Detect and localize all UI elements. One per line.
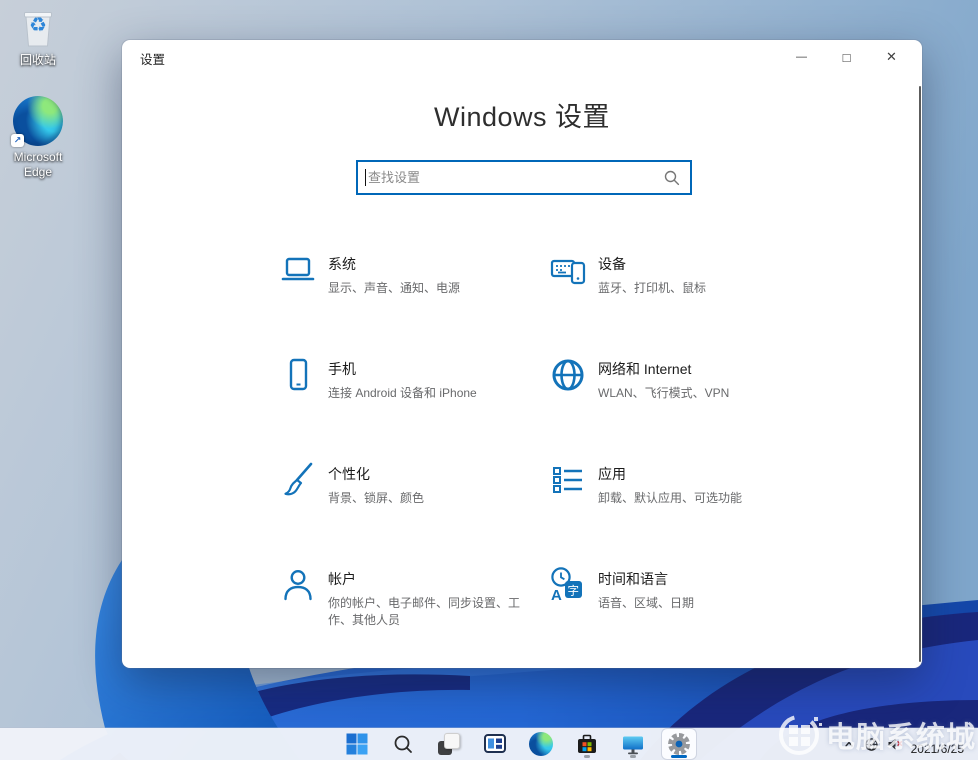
clock[interactable]: 2021/6/25 [911,733,964,756]
close-button[interactable]: ✕ [869,42,914,72]
accounts-person-icon [278,565,318,605]
active-indicator [671,755,687,758]
category-title: 设备 [598,256,626,272]
running-indicator [584,755,590,758]
category-personalization[interactable]: 个性化 背景、锁屏、颜色 [278,460,548,565]
svg-text:A: A [551,587,562,604]
system-laptop-icon [278,250,318,290]
svg-text:字: 字 [568,584,580,598]
start-button[interactable] [340,729,374,759]
settings-category-grid: 系统 显示、声音、通知、电源 设备 蓝牙、打印机、鼠标 手机 连接 Androi… [278,250,818,670]
search-box[interactable] [356,160,692,195]
store-bag-icon [578,734,596,753]
display-app-button[interactable] [616,729,650,759]
task-view-icon [438,733,460,755]
volume-tray-button[interactable] [887,737,903,751]
globe-no-internet-icon [864,737,878,751]
running-indicator [630,755,636,758]
category-phone[interactable]: 手机 连接 Android 设备和 iPhone [278,355,548,460]
category-network[interactable]: 网络和 Internet WLAN、飞行模式、VPN [548,355,818,460]
edge-icon [529,732,553,756]
category-subtitle: 背景、锁屏、颜色 [328,491,425,505]
category-subtitle: 显示、声音、通知、电源 [328,281,461,295]
desktop-icon-label: Microsoft Edge [13,150,63,179]
search-icon [664,170,680,185]
chevron-up-icon [844,741,853,747]
page-title: Windows 设置 [433,102,611,132]
maximize-button[interactable]: □ [824,42,869,72]
desktop-icon-edge[interactable]: ↗ Microsoft Edge [0,96,76,180]
search-input[interactable] [366,170,664,185]
time-language-icon: A 字 [548,565,588,605]
titlebar[interactable]: 设置 — □ ✕ [122,40,922,76]
widgets-icon [484,734,506,753]
apps-list-icon [548,460,588,500]
category-system[interactable]: 系统 显示、声音、通知、电源 [278,250,548,355]
recycle-bin-icon: ♻ [16,6,60,50]
desktop-icon-recycle-bin[interactable]: ♻ 回收站 [0,6,76,68]
minimize-button[interactable]: — [779,42,824,72]
tray-date: 2021/6/25 [910,741,964,756]
category-title: 手机 [328,361,356,377]
category-devices[interactable]: 设备 蓝牙、打印机、鼠标 [548,250,818,355]
monitor-icon [623,736,643,754]
windows-logo-icon [346,733,368,755]
category-subtitle: 你的帐户、电子邮件、同步设置、工作、其他人员 [328,596,521,627]
settings-window: 设置 — □ ✕ Windows 设置 系统 显示、声音、通知、电源 [122,40,922,668]
phone-icon [278,355,318,395]
widgets-button[interactable] [478,729,512,759]
taskbar: 2021/6/25 [0,728,978,760]
store-button[interactable] [570,729,604,759]
category-title: 应用 [598,466,626,482]
window-title: 设置 [140,53,166,67]
category-subtitle: 连接 Android 设备和 iPhone [328,386,477,400]
shortcut-arrow-icon: ↗ [11,134,24,147]
category-title: 帐户 [328,571,356,587]
category-title: 时间和语言 [598,571,668,587]
category-subtitle: WLAN、飞行模式、VPN [598,386,730,400]
speaker-muted-icon [888,738,902,750]
hidden-icons-button[interactable] [842,737,856,751]
category-subtitle: 蓝牙、打印机、鼠标 [598,281,707,295]
settings-button[interactable] [662,729,696,759]
category-title: 个性化 [328,466,370,482]
globe-icon [548,355,588,395]
desktop-icon-label: 回收站 [19,53,56,67]
personalization-brush-icon [278,460,318,500]
task-view-button[interactable] [432,729,466,759]
category-title: 系统 [328,256,356,272]
category-accounts[interactable]: 帐户 你的帐户、电子邮件、同步设置、工作、其他人员 [278,565,548,670]
edge-icon: ↗ [11,96,63,147]
category-time-language[interactable]: A 字 时间和语言 语音、区域、日期 [548,565,818,670]
edge-button[interactable] [524,729,558,759]
taskbar-search-button[interactable] [386,729,420,759]
search-icon [394,735,412,753]
category-subtitle: 卸载、默认应用、可选功能 [598,491,743,505]
category-apps[interactable]: 应用 卸载、默认应用、可选功能 [548,460,818,565]
network-tray-button[interactable] [864,737,879,752]
devices-icon [548,250,588,290]
category-title: 网络和 Internet [598,361,692,377]
gear-icon [668,733,690,755]
window-scrollbar[interactable] [919,86,921,662]
category-subtitle: 语音、区域、日期 [598,596,695,610]
